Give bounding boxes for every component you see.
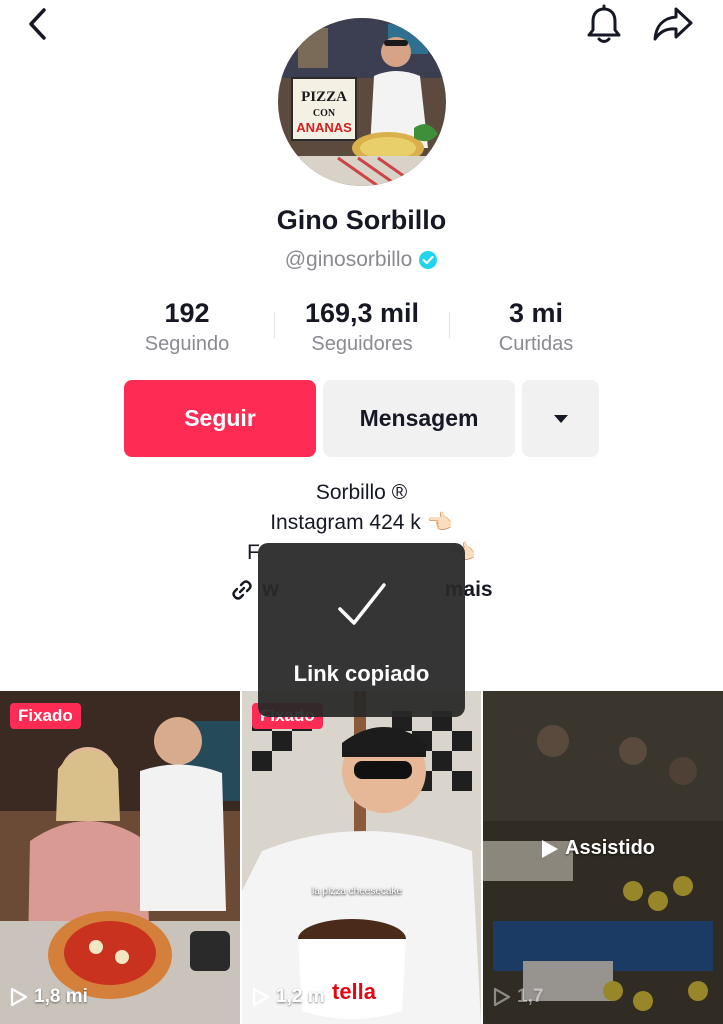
profile-handle: @ginosorbillo [284,248,413,271]
profile-actions: Seguir Mensagem [0,380,723,457]
video-tile[interactable]: Fixado la pizza cheesecake tella 1,2 m [242,691,481,1024]
bio-line-1: Sorbillo ® [315,481,408,504]
play-icon [10,987,28,1007]
avatar-sign-line-1: PIZZA [301,89,347,105]
toast-message: Link copiado [293,661,430,686]
avatar-sign-line-2: CON [313,108,336,119]
back-icon [29,8,46,40]
video-tile[interactable]: Assistido 1,7 [483,691,723,1024]
link-copied-toast: Link copiado [258,543,465,717]
views-count: 1,7 [517,986,544,1007]
stat-divider [274,312,275,338]
video-grid: Fixado 1,8 mi Fixado la pizz [0,691,723,1024]
watched-text: Assistido [565,837,656,859]
bio-line-2: Instagram 424 k 👈🏻 [270,511,453,534]
jar-label: tella [332,979,377,1004]
handle-row: @ginosorbillo [0,248,723,272]
watched-label: Assistido [541,837,655,860]
notifications-button[interactable] [582,2,626,46]
follow-button[interactable]: Seguir [124,380,316,457]
avatar-sign-line-3: ANANAS [296,120,352,135]
verified-icon [419,251,438,269]
views-count: 1,8 mi [34,986,88,1007]
pinned-badge: Fixado [10,703,81,729]
suggested-accounts-button[interactable] [522,380,599,457]
profile-stats: 192 Seguindo 169,3 mil Seguidores 3 mi C… [0,296,723,360]
stat-value: 3 mi [508,298,564,328]
stat-following[interactable]: 192 Seguindo [112,296,262,358]
message-button[interactable]: Mensagem [323,380,515,457]
profile-name: Gino Sorbillo [276,205,447,235]
stat-value: 192 [164,298,210,328]
stat-followers[interactable]: 169,3 mil Seguidores [286,296,438,358]
link-icon [232,580,253,600]
views-count: 1,2 m [276,986,325,1007]
stat-divider [449,312,450,338]
video-views: 1,7 [493,986,543,1008]
stat-label: Curtidas [498,333,574,355]
share-button[interactable] [650,2,696,46]
play-icon [542,839,558,858]
share-icon [653,7,693,41]
stat-label: Seguidores [311,333,413,355]
video-views: 1,2 m [252,986,325,1008]
play-icon [252,987,270,1007]
video-tile[interactable]: Fixado 1,8 mi [0,691,240,1024]
stat-likes[interactable]: 3 mi Curtidas [462,296,610,358]
profile-avatar[interactable]: PIZZA CON ANANAS [278,18,446,186]
video-caption: la pizza cheesecake [312,886,403,897]
back-button[interactable] [18,4,58,44]
video-views: 1,8 mi [10,986,88,1008]
play-icon [493,987,511,1007]
bell-icon [587,4,621,43]
stat-label: Seguindo [144,333,230,355]
stat-value: 169,3 mil [304,298,420,328]
dropdown-icon [553,414,568,423]
check-icon [337,583,386,625]
